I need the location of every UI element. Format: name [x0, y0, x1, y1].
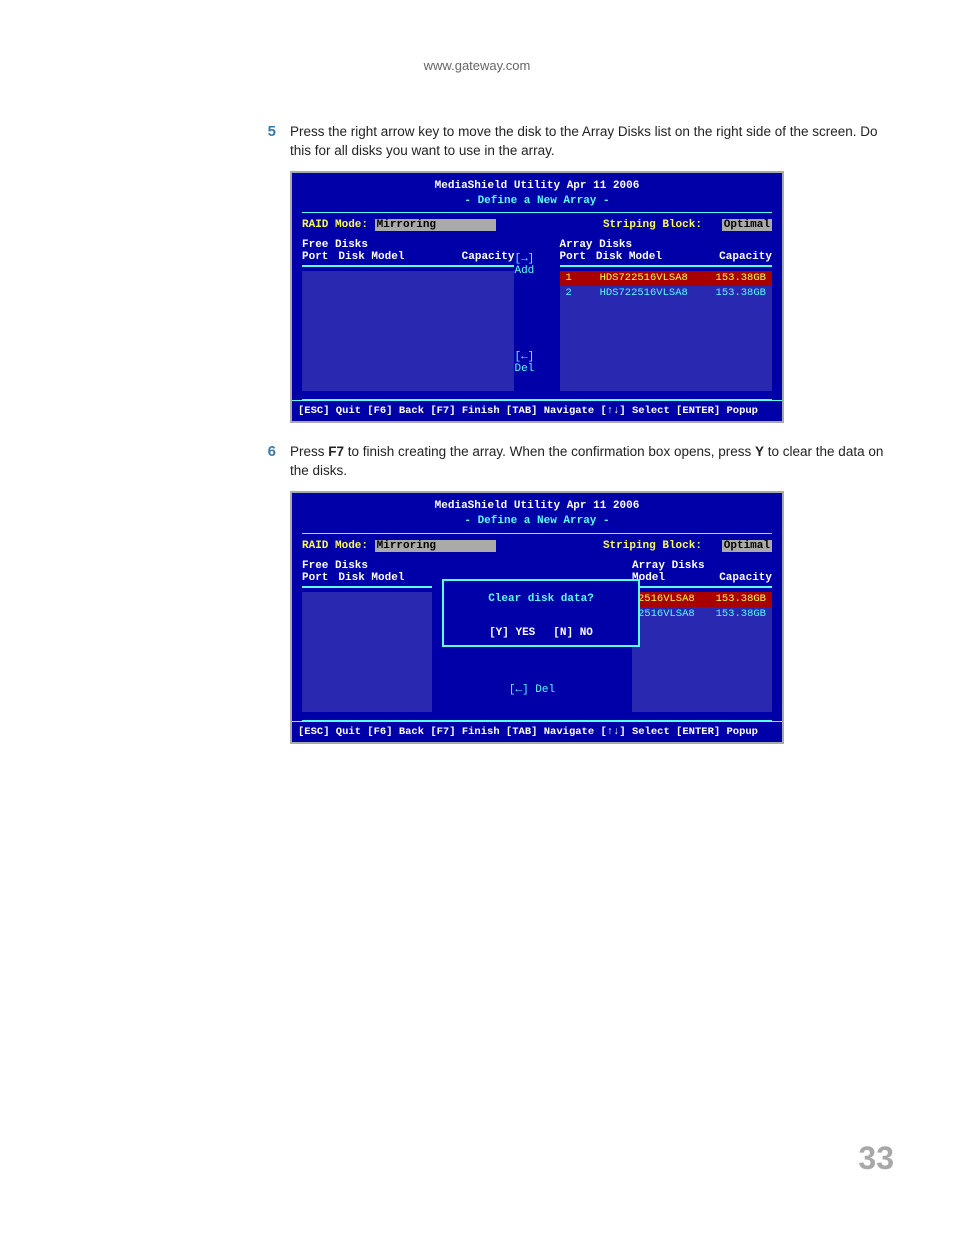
- col-capacity: Capacity: [462, 251, 515, 263]
- step-text: Press F7 to finish creating the array. W…: [290, 443, 894, 481]
- disk-row[interactable]: 2516VLSA8 153.38GB: [632, 607, 772, 622]
- disk-capacity-value: 153.38GB: [716, 286, 766, 301]
- disk-port: 2: [566, 286, 572, 301]
- free-disks-panel[interactable]: [302, 271, 514, 391]
- step-5: 5 Press the right arrow key to move the …: [290, 123, 894, 161]
- bios-footer: [ESC] Quit [F6] Back [F7] Finish [TAB] N…: [292, 400, 782, 421]
- page-url-header: www.gateway.com: [0, 0, 954, 73]
- step-number: 5: [264, 123, 276, 161]
- raid-mode-value[interactable]: Mirroring: [375, 219, 496, 231]
- raid-mode-value[interactable]: Mirroring: [375, 540, 496, 552]
- page-number: 33: [858, 1140, 894, 1177]
- bios-title-line2: - Define a New Array -: [464, 515, 609, 527]
- col-disk-model: Disk Model: [596, 251, 662, 263]
- col-port: Port: [302, 251, 328, 263]
- striping-block-label: Striping Block:: [603, 540, 702, 552]
- dialog-yes[interactable]: [Y] YES: [489, 627, 535, 639]
- key-f7: F7: [328, 444, 344, 459]
- bios-title: MediaShield Utility Apr 11 2006 - Define…: [302, 179, 772, 209]
- disk-capacity-value: 153.38GB: [716, 271, 766, 286]
- free-disks-label: Free Disks: [302, 239, 514, 251]
- col-port: Port: [560, 251, 586, 263]
- striping-block-label: Striping Block:: [603, 219, 702, 231]
- add-control[interactable]: [→] Add: [514, 253, 559, 277]
- disk-row[interactable]: 2 HDS722516VLSA8 153.38GB: [560, 286, 772, 301]
- free-disks-panel[interactable]: [302, 592, 432, 712]
- dialog-question: Clear disk data?: [474, 593, 608, 605]
- disk-capacity-value: 153.38GB: [716, 592, 766, 607]
- add-del-controls: [→] Add [←] Del: [514, 239, 559, 391]
- col-port: Port: [302, 572, 328, 584]
- key-y: Y: [755, 444, 764, 459]
- bios-title: MediaShield Utility Apr 11 2006 - Define…: [302, 499, 772, 529]
- col-disk-model: Disk Model: [338, 572, 404, 584]
- disk-row[interactable]: 1 HDS722516VLSA8 153.38GB: [560, 271, 772, 286]
- col-disk-model: Disk Model: [338, 251, 404, 263]
- array-disks-panel[interactable]: 2516VLSA8 153.38GB 2516VLSA8 153.38GB: [632, 592, 772, 712]
- step-number: 6: [264, 443, 276, 481]
- step-text: Press the right arrow key to move the di…: [290, 123, 894, 161]
- free-disks-label: Free Disks: [302, 560, 432, 572]
- array-disks-label: Array Disks: [632, 560, 772, 572]
- bios-footer: [ESC] Quit [F6] Back [F7] Finish [TAB] N…: [292, 721, 782, 742]
- disk-capacity-value: 153.38GB: [716, 607, 766, 622]
- bios-title-line1: MediaShield Utility Apr 11 2006: [435, 500, 640, 512]
- step-6: 6 Press F7 to finish creating the array.…: [290, 443, 894, 481]
- array-disks-panel[interactable]: 1 HDS722516VLSA8 153.38GB 2 HDS722516VLS…: [560, 271, 772, 391]
- col-capacity: Capacity: [719, 251, 772, 263]
- disk-row[interactable]: 2516VLSA8 153.38GB: [632, 592, 772, 607]
- disk-model-value: 2516VLSA8: [638, 592, 695, 607]
- bios-screenshot-2: MediaShield Utility Apr 11 2006 - Define…: [290, 491, 784, 744]
- del-control[interactable]: [←] Del: [514, 351, 559, 375]
- disk-port: 1: [566, 271, 572, 286]
- disk-model-value: 2516VLSA8: [638, 607, 695, 622]
- striping-block-value[interactable]: Optimal: [722, 540, 772, 552]
- bios-screenshot-1: MediaShield Utility Apr 11 2006 - Define…: [290, 171, 784, 424]
- raid-mode-label: RAID Mode:: [302, 540, 368, 552]
- striping-block-value[interactable]: Optimal: [722, 219, 772, 231]
- bios-title-line2: - Define a New Array -: [464, 195, 609, 207]
- disk-model-value: HDS722516VLSA8: [600, 286, 688, 301]
- col-capacity: Capacity: [719, 572, 772, 584]
- raid-mode-label: RAID Mode:: [302, 219, 368, 231]
- del-control[interactable]: [←] Del: [509, 684, 555, 696]
- dialog-no[interactable]: [N] NO: [553, 627, 593, 639]
- disk-model-value: HDS722516VLSA8: [600, 271, 688, 286]
- array-disks-label: Array Disks: [560, 239, 772, 251]
- bios-title-line1: MediaShield Utility Apr 11 2006: [435, 180, 640, 192]
- clear-disk-dialog: Clear disk data? [Y] YES [N] NO: [442, 579, 640, 647]
